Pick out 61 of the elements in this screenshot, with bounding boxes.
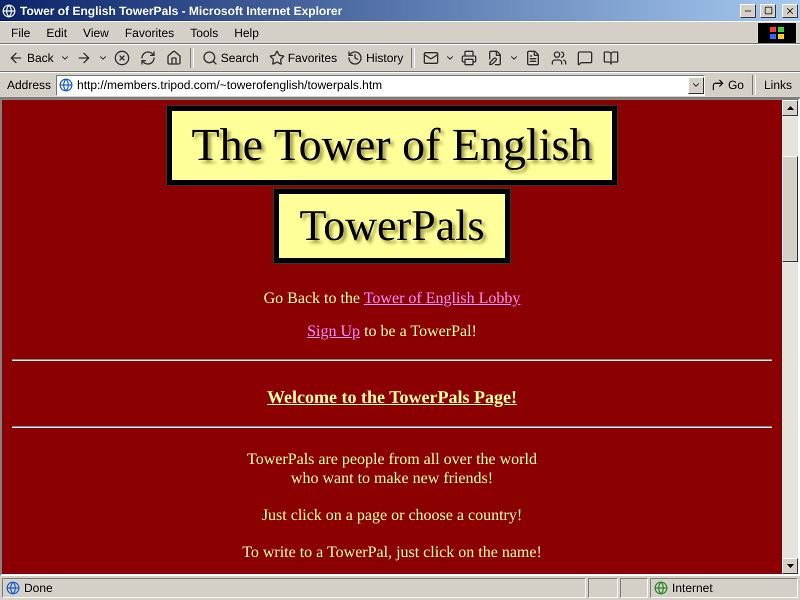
history-button[interactable]: History (343, 48, 408, 68)
favorites-button[interactable]: Favorites (264, 48, 342, 68)
refresh-icon (140, 50, 156, 66)
up-arrow-icon (786, 106, 794, 110)
address-label: Address (6, 78, 52, 92)
dropdown-button[interactable] (688, 76, 704, 94)
scroll-up-button[interactable] (782, 100, 798, 116)
star-icon (268, 50, 285, 66)
window-title: Tower of English TowerPals - Microsoft Internet Explorer (20, 4, 344, 18)
banner-title: The Tower of English (166, 106, 618, 185)
document-icon (525, 50, 542, 66)
close-button[interactable] (782, 4, 798, 18)
welcome-heading: Welcome to the TowerPals Page! (267, 387, 517, 408)
search-button[interactable]: Search (198, 48, 263, 68)
back-button[interactable]: Back (4, 48, 58, 68)
mail-icon (423, 50, 440, 66)
people-icon (551, 50, 568, 66)
status-pane (620, 578, 648, 598)
scroll-down-button[interactable] (782, 558, 798, 574)
printer-icon (461, 50, 478, 66)
menu-item[interactable]: Tools (183, 24, 226, 42)
globe-icon (654, 581, 668, 595)
body-text: TowerPals are people from all over the world who want to make new friends! (247, 450, 537, 488)
book-icon (603, 50, 620, 66)
menu-item[interactable]: Edit (39, 24, 74, 42)
intro-text: Go Back to the Tower of English Lobby (264, 289, 520, 308)
intro-text: Sign Up to be a TowerPal! (307, 322, 477, 341)
minimize-button[interactable] (740, 4, 756, 18)
menu-item[interactable]: View (76, 24, 116, 42)
stop-icon (114, 50, 130, 66)
close-icon (785, 6, 795, 16)
menu-item[interactable]: Favorites (118, 24, 182, 42)
banner-title: TowerPals (274, 189, 510, 263)
document-edit-icon (487, 50, 504, 66)
search-icon (202, 50, 218, 66)
down-arrow-icon (786, 564, 794, 568)
forward-icon (76, 50, 92, 66)
text-link[interactable]: Tower of English Lobby (364, 290, 520, 307)
zone-text: Internet (672, 581, 713, 595)
menu-item[interactable]: File (4, 24, 38, 42)
go-button[interactable]: Go (706, 76, 748, 94)
text-link[interactable]: Sign Up (307, 323, 360, 340)
chat-icon (577, 50, 594, 66)
back-icon (8, 50, 24, 66)
menu-item[interactable]: Help (227, 24, 266, 42)
address-field[interactable]: http://members.tripod.com/~towerofenglish/towerpals.htm (56, 74, 705, 96)
flag-icon (769, 26, 785, 40)
status-pane (588, 578, 618, 598)
page-icon (59, 78, 74, 92)
history-icon (347, 50, 364, 66)
body-text: To write to a TowerPal, just click on the name! (242, 543, 542, 562)
scroll-thumb[interactable] (782, 156, 798, 262)
maximize-icon (764, 6, 772, 15)
status-text: Done (24, 581, 53, 595)
page-icon (6, 581, 20, 595)
home-icon (166, 50, 182, 66)
body-text: Just click on a page or choose a country! (262, 506, 522, 525)
go-icon (710, 78, 725, 92)
browser-icon (2, 4, 16, 18)
maximize-button[interactable] (760, 4, 776, 18)
links-button[interactable]: Links (760, 76, 796, 94)
